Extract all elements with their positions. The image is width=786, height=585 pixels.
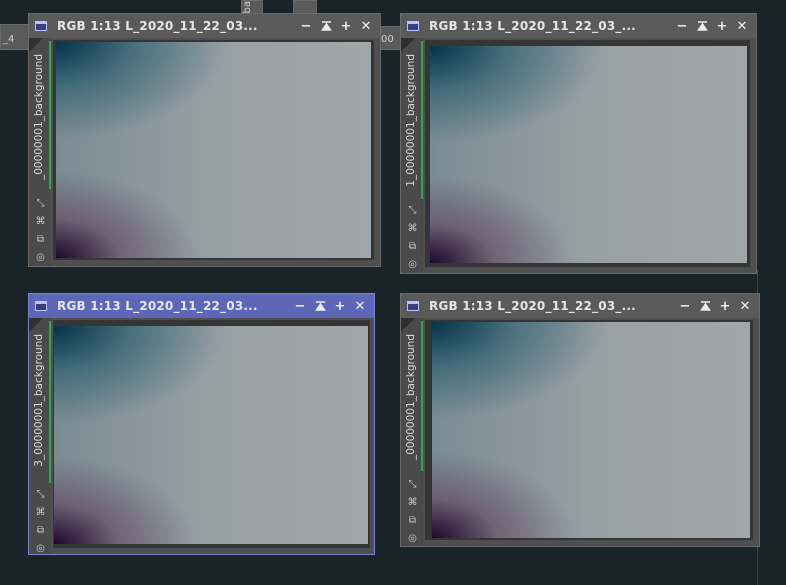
image-viewport[interactable] (53, 40, 374, 260)
title-bar[interactable]: RGB 1:13 L_2020_11_22_03... − + ✕ (29, 294, 374, 318)
window-title: RGB 1:13 L_2020_11_22_03_... (429, 299, 636, 313)
target-icon[interactable]: ◎ (406, 532, 419, 545)
side-strip: _00000001_background ⤡ ⌘ ⧉ ◎ (29, 38, 51, 266)
target-icon[interactable]: ◎ (406, 258, 419, 271)
clone-icon[interactable]: ⧉ (34, 233, 47, 246)
maximize-icon[interactable]: + (330, 296, 350, 316)
image-preview[interactable] (56, 42, 371, 258)
close-icon[interactable]: ✕ (735, 296, 755, 316)
image-window-icon (35, 21, 47, 31)
image-window-2[interactable]: RGB 1:13 L_2020_11_22_03_... − + ✕ 1_000… (400, 13, 757, 274)
title-bar[interactable]: RGB 1:13 L_2020_11_22_03... − + ✕ (29, 14, 380, 38)
title-bar[interactable]: RGB 1:13 L_2020_11_22_03_... − + ✕ (401, 14, 756, 38)
zoom-fit-icon[interactable]: ⤡ (34, 197, 47, 210)
image-preview[interactable] (54, 326, 368, 544)
clone-icon[interactable]: ⧉ (406, 240, 419, 253)
side-strip: 1_00000001_background ⤡ ⌘ ⧉ ◎ (401, 38, 423, 273)
minimize-icon[interactable]: − (672, 16, 692, 36)
zoom-fit-icon[interactable]: ⤡ (34, 488, 47, 501)
close-icon[interactable]: ✕ (350, 296, 370, 316)
view-identifier[interactable]: _00000001_background (33, 54, 45, 180)
clone-icon[interactable]: ⧉ (406, 514, 419, 527)
side-strip: _00000001_background ⤡ ⌘ ⧉ ◎ (401, 318, 423, 546)
clone-icon[interactable]: ⧉ (34, 524, 47, 537)
window-title: RGB 1:13 L_2020_11_22_03... (57, 299, 258, 313)
corner-tab[interactable] (29, 38, 43, 52)
image-window-3[interactable]: RGB 1:13 L_2020_11_22_03... − + ✕ 3_0000… (28, 293, 375, 555)
window-title: RGB 1:13 L_2020_11_22_03... (57, 19, 258, 33)
image-preview[interactable] (430, 46, 747, 263)
corner-tab[interactable] (401, 318, 415, 332)
view-identifier[interactable]: 1_00000001_background (405, 54, 417, 187)
image-window-icon (407, 301, 419, 311)
window-title: RGB 1:13 L_2020_11_22_03_... (429, 19, 636, 33)
image-window-icon (35, 301, 47, 311)
mask-indicator (421, 321, 423, 471)
shade-icon[interactable] (310, 296, 330, 316)
title-bar[interactable]: RGB 1:13 L_2020_11_22_03_... − + ✕ (401, 294, 759, 318)
image-viewport[interactable] (425, 40, 750, 267)
image-viewport[interactable] (425, 320, 753, 540)
crosshair-icon[interactable]: ⌘ (34, 506, 47, 519)
close-icon[interactable]: ✕ (732, 16, 752, 36)
image-viewport[interactable] (53, 320, 370, 548)
minimize-icon[interactable]: − (675, 296, 695, 316)
image-window-1[interactable]: RGB 1:13 L_2020_11_22_03... − + ✕ _00000… (28, 13, 381, 267)
view-identifier[interactable]: _00000001_background (405, 334, 417, 460)
image-preview[interactable] (432, 322, 750, 538)
maximize-icon[interactable]: + (715, 296, 735, 316)
maximize-icon[interactable]: + (336, 16, 356, 36)
view-identifier[interactable]: 3_00000001_background (33, 334, 45, 467)
zoom-fit-icon[interactable]: ⤡ (406, 204, 419, 217)
mask-indicator (49, 321, 51, 483)
target-icon[interactable]: ◎ (34, 542, 47, 555)
side-strip: 3_00000001_background ⤡ ⌘ ⧉ ◎ (29, 318, 51, 554)
crosshair-icon[interactable]: ⌘ (406, 496, 419, 509)
target-icon[interactable]: ◎ (34, 251, 47, 264)
zoom-fit-icon[interactable]: ⤡ (406, 478, 419, 491)
minimize-icon[interactable]: − (296, 16, 316, 36)
mask-indicator (49, 41, 51, 189)
crosshair-icon[interactable]: ⌘ (34, 215, 47, 228)
background-window-tab-small[interactable] (293, 0, 317, 14)
background-window-tab-left[interactable]: _4 (0, 24, 30, 50)
corner-tab[interactable] (29, 318, 43, 332)
image-window-icon (407, 21, 419, 31)
maximize-icon[interactable]: + (712, 16, 732, 36)
crosshair-icon[interactable]: ⌘ (406, 222, 419, 235)
minimize-icon[interactable]: − (290, 296, 310, 316)
corner-tab[interactable] (401, 38, 415, 52)
shade-icon[interactable] (695, 296, 715, 316)
shade-icon[interactable] (692, 16, 712, 36)
image-window-4[interactable]: RGB 1:13 L_2020_11_22_03_... − + ✕ _0000… (400, 293, 760, 547)
shade-icon[interactable] (316, 16, 336, 36)
mask-indicator (421, 41, 423, 199)
close-icon[interactable]: ✕ (356, 16, 376, 36)
